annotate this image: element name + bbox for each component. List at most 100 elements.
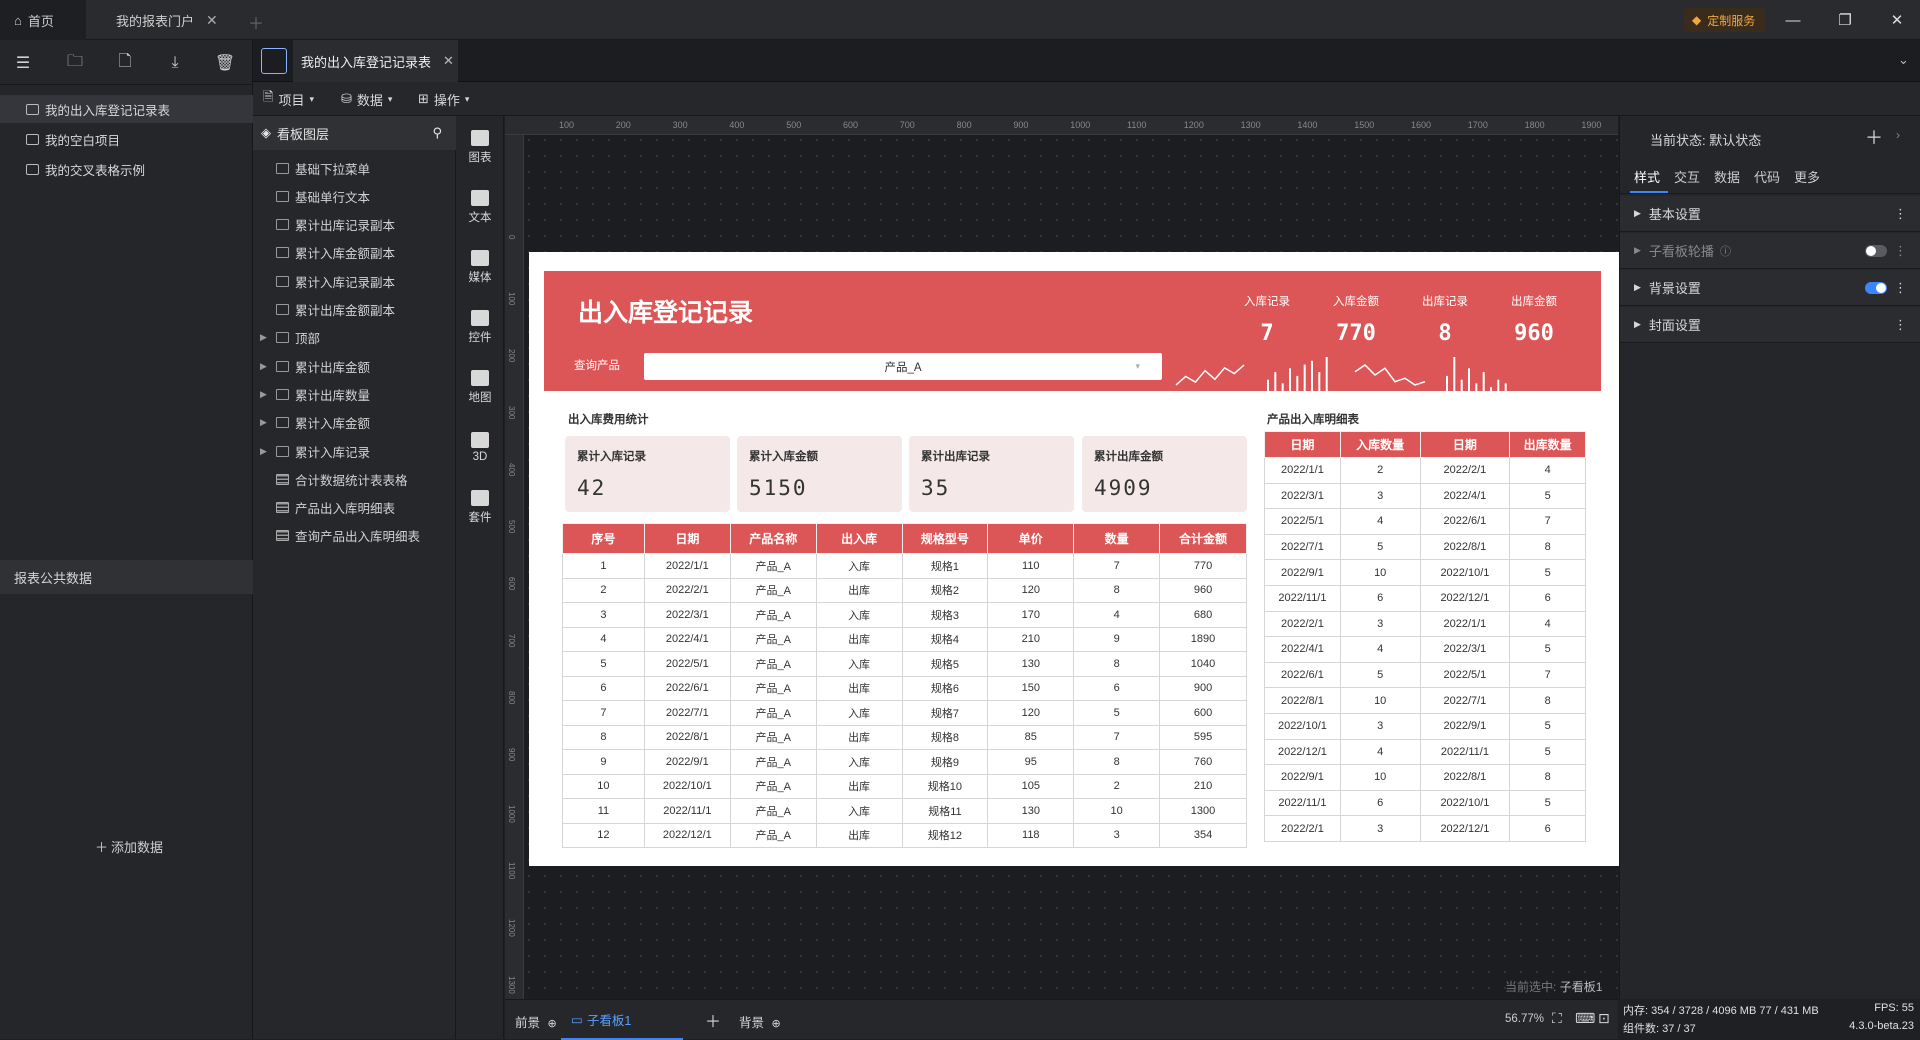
component-category-2[interactable]: 媒体 xyxy=(456,240,504,294)
sparkbar xyxy=(1296,375,1299,391)
layer-item[interactable]: 基础单行文本 xyxy=(253,182,456,210)
sparkbar xyxy=(1267,379,1269,391)
expand-caret-icon[interactable]: ▶ xyxy=(260,446,270,457)
basic-settings-row[interactable]: ▶ 基本设置 ⋮ xyxy=(1620,196,1920,232)
search-icon[interactable]: ⚲ xyxy=(432,125,442,141)
table-header-cell: 数量 xyxy=(1073,523,1161,554)
table-cell: 354 xyxy=(1159,822,1247,848)
add-board-icon[interactable]: ＋ xyxy=(705,1008,721,1032)
layer-item[interactable]: ▶ 顶部 xyxy=(253,324,456,352)
layer-item-label: 累计出库数量 xyxy=(295,388,371,403)
doc-tab-active[interactable]: 我的出入库登记记录表 ✕ xyxy=(293,40,458,82)
more-icon[interactable]: ⋮ xyxy=(1894,317,1907,333)
table-row: 1 2022/1/1 产品_A 入库 规格1 110 7 770 xyxy=(562,553,1247,579)
dashboard-board[interactable]: 出入库登记记录 查询产品 产品_A ▾ 入库记录 7 入库金额 770 出库记录… xyxy=(529,252,1619,866)
ruler-tick-label: 300 xyxy=(507,406,516,420)
layer-item[interactable]: 基础下拉菜单 xyxy=(253,154,456,182)
layer-item[interactable]: ▶ 累计出库数量 xyxy=(253,380,456,408)
close-icon[interactable]: ✕ xyxy=(206,12,218,29)
more-icon[interactable]: ⋮ xyxy=(1894,243,1907,259)
table-cell: 7 xyxy=(562,700,645,726)
carousel-row[interactable]: ▶ 子看板轮播 ⓘ ⋮ xyxy=(1620,233,1920,269)
project-menu[interactable]: 🗎 项目 ▾ xyxy=(263,82,314,116)
table-cell: 6 xyxy=(1509,815,1586,842)
close-icon[interactable]: ✕ xyxy=(443,53,454,69)
project-item[interactable]: 我的出入库登记记录表 xyxy=(0,95,253,123)
add-state-icon[interactable]: ＋ xyxy=(1865,124,1883,150)
foreground-tab[interactable]: 前景 ⊕ xyxy=(515,1012,557,1031)
background-toggle[interactable] xyxy=(1865,282,1887,294)
window-close-icon[interactable]: ✕ xyxy=(1874,0,1920,40)
tab-data[interactable]: 数据 xyxy=(1714,167,1740,186)
layer-item[interactable]: 累计入库记录副本 xyxy=(253,267,456,295)
zoom-level[interactable]: 56.77% xyxy=(1505,1013,1544,1025)
text-icon xyxy=(471,189,489,206)
more-icon[interactable]: ⋮ xyxy=(1894,280,1907,296)
stat-card-label: 累计出库记录 xyxy=(921,451,990,463)
layer-item[interactable]: ▶ 累计入库金额 xyxy=(253,409,456,437)
ruler-tick-label: 500 xyxy=(786,120,802,130)
project-item[interactable]: 我的交叉表格示例 xyxy=(0,155,253,183)
table-cell: 11 xyxy=(562,798,645,824)
data-menu[interactable]: ⛁ 数据 ▾ xyxy=(341,82,392,116)
layer-item[interactable]: 累计出库金额副本 xyxy=(253,296,456,324)
keyboard-icon[interactable]: ⌨ xyxy=(1575,1010,1595,1027)
component-category-1[interactable]: 文本 xyxy=(456,180,504,234)
trash-icon[interactable]: 🗑 xyxy=(210,48,240,78)
terminal-icon[interactable]: ⊡ xyxy=(1598,1010,1610,1027)
background-settings-row[interactable]: ▶ 背景设置 ⋮ xyxy=(1620,270,1920,306)
tab-interaction[interactable]: 交互 xyxy=(1674,167,1700,186)
layer-item[interactable]: 累计入库金额副本 xyxy=(253,239,456,267)
component-category-5[interactable]: 3D xyxy=(456,420,504,474)
table-cell: 150 xyxy=(987,675,1075,701)
tab-code[interactable]: 代码 xyxy=(1754,167,1780,186)
tab-home[interactable]: ⌂ 首页 xyxy=(0,0,86,40)
expand-caret-icon[interactable]: ▶ xyxy=(260,332,270,343)
table-cell: 6 xyxy=(1339,789,1421,817)
product-select[interactable]: 产品_A ▾ xyxy=(644,353,1162,380)
custom-service-button[interactable]: ◆ 定制服务 xyxy=(1684,8,1766,32)
new-tab-icon[interactable]: ＋ xyxy=(248,10,264,34)
component-category-4[interactable]: 地图 xyxy=(456,360,504,414)
sub-board-tab[interactable]: ▭ 子看板1 xyxy=(561,1000,683,1040)
tab-style[interactable]: 样式 xyxy=(1634,167,1660,186)
component-category-3[interactable]: 控件 xyxy=(456,300,504,354)
add-circle-icon[interactable]: ⊕ xyxy=(772,1018,781,1030)
expand-caret-icon[interactable]: ▶ xyxy=(260,389,270,400)
restore-icon[interactable]: ❐ xyxy=(1822,0,1868,40)
add-data-button[interactable]: ＋ 添加数据 xyxy=(95,837,163,856)
layer-item[interactable]: 查询产品出入库明细表 xyxy=(253,522,456,550)
carousel-toggle[interactable] xyxy=(1865,245,1887,257)
table-cell: 3 xyxy=(1339,482,1421,510)
download-icon[interactable]: ⤓ xyxy=(160,48,190,78)
cover-settings-row[interactable]: ▶ 封面设置 ⋮ xyxy=(1620,307,1920,343)
project-item[interactable]: 我的空白项目 xyxy=(0,125,253,153)
new-file-icon[interactable]: 🗋 xyxy=(110,48,140,78)
minimize-icon[interactable]: — xyxy=(1770,0,1816,40)
layer-item[interactable]: 累计出库记录副本 xyxy=(253,211,456,239)
expand-caret-icon[interactable]: ▶ xyxy=(260,361,270,372)
background-tab[interactable]: 背景 ⊕ xyxy=(739,1012,781,1031)
tab-report-portal[interactable]: 我的报表门户 ✕ xyxy=(102,0,232,40)
component-category-label: 文本 xyxy=(468,211,492,224)
layer-item[interactable]: 合计数据统计表表格 xyxy=(253,465,456,493)
expand-caret-icon[interactable]: ▶ xyxy=(260,417,270,428)
table-cell: 10 xyxy=(1073,798,1161,824)
kit-icon xyxy=(471,489,489,506)
menu-icon[interactable]: ☰ xyxy=(8,48,38,78)
component-category-6[interactable]: 套件 xyxy=(456,480,504,534)
new-folder-icon[interactable]: 🗀 xyxy=(60,48,90,78)
add-circle-icon[interactable]: ⊕ xyxy=(548,1018,557,1030)
chevron-right-icon[interactable]: › xyxy=(1896,128,1900,142)
tab-more[interactable]: 更多 xyxy=(1794,167,1820,186)
layer-item[interactable]: ▶ 累计出库金额 xyxy=(253,352,456,380)
chevron-down-icon[interactable]: ⌄ xyxy=(1898,52,1909,68)
layer-item[interactable]: ▶ 累计入库记录 xyxy=(253,437,456,465)
component-category-0[interactable]: 图表 xyxy=(456,120,504,174)
more-icon[interactable]: ⋮ xyxy=(1894,206,1907,222)
fit-screen-icon[interactable]: ⛶ xyxy=(1552,1010,1562,1027)
layer-item[interactable]: 产品出入库明细表 xyxy=(253,494,456,522)
layers-icon: ◈ xyxy=(261,125,271,140)
operate-menu[interactable]: ⊞ 操作 ▾ xyxy=(418,82,469,116)
kpi-label: 出库记录 xyxy=(1422,296,1468,308)
